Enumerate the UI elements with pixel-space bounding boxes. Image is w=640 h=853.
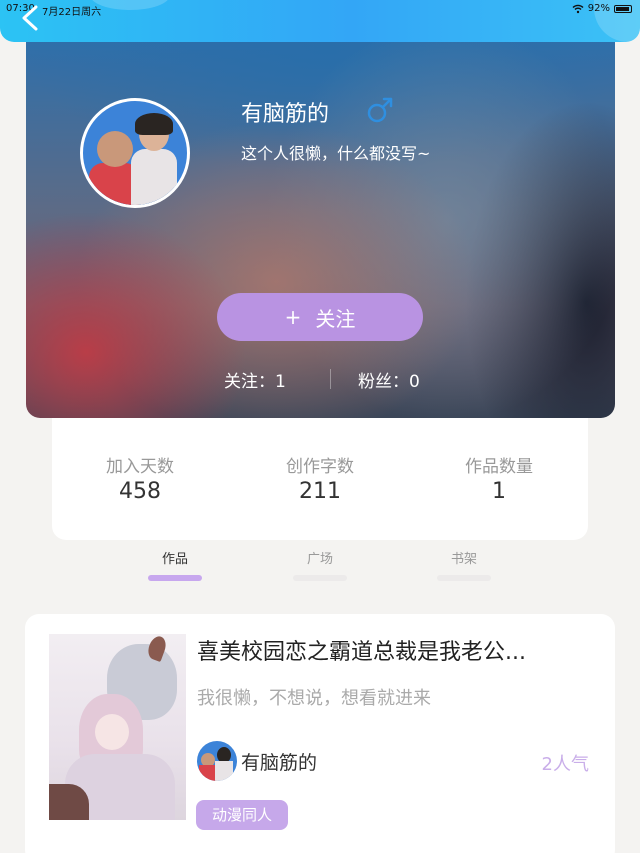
work-description: 我很懒，不想说，想看就进来 xyxy=(197,688,431,709)
follow-button[interactable]: + 关注 xyxy=(217,293,423,341)
category-tag[interactable]: 动漫同人 xyxy=(196,800,289,830)
battery-percent: 92% xyxy=(587,3,610,14)
tab-square[interactable]: 广场 xyxy=(290,548,350,581)
author-avatar[interactable] xyxy=(197,741,237,781)
status-right: 92% xyxy=(572,3,632,14)
tab-label: 书架 xyxy=(450,552,477,567)
tab-bar: 作品 广场 书架 xyxy=(0,540,640,588)
profile-card: 有脑筋的 这个人很懒，什么都没写~ + 关注 关注：1 粉丝：0 xyxy=(26,42,615,418)
male-icon xyxy=(367,97,393,123)
work-card[interactable]: 喜美校园恋之霸道总裁是我老公... 我很懒，不想说，想看就进来 有脑筋的 2人气… xyxy=(25,614,615,853)
stat-join-days: 加入天数 458 xyxy=(70,452,210,504)
battery-icon xyxy=(614,4,632,13)
stat-label: 创作字数 xyxy=(286,457,354,477)
plus-icon: + xyxy=(284,305,302,329)
tab-bookshelf[interactable]: 书架 xyxy=(434,548,494,581)
username: 有脑筋的 xyxy=(241,102,330,127)
back-icon[interactable] xyxy=(18,5,44,31)
tab-label: 作品 xyxy=(161,552,188,567)
tab-indicator xyxy=(148,575,202,581)
book-cover[interactable] xyxy=(49,634,186,820)
author-name[interactable]: 有脑筋的 xyxy=(241,748,317,775)
follow-stats: 关注：1 粉丝：0 xyxy=(26,367,615,393)
tab-indicator xyxy=(437,575,491,581)
status-bar: 07:30 7月22日周六 92% xyxy=(0,0,640,18)
divider xyxy=(330,369,331,389)
stat-value: 458 xyxy=(119,479,161,504)
tab-label: 广场 xyxy=(306,552,333,567)
tab-indicator xyxy=(293,575,347,581)
stats-card: 加入天数 458 创作字数 211 作品数量 1 xyxy=(52,418,588,540)
stat-label: 作品数量 xyxy=(465,457,533,477)
wifi-icon xyxy=(572,4,584,13)
stat-label: 加入天数 xyxy=(106,457,174,477)
popularity-count: 2人气 xyxy=(541,754,589,775)
stat-word-count: 创作字数 211 xyxy=(250,452,390,504)
work-title[interactable]: 喜美校园恋之霸道总裁是我老公... xyxy=(197,634,597,666)
status-date: 7月22日周六 xyxy=(42,7,102,18)
follow-button-label: 关注 xyxy=(315,306,356,331)
following-count[interactable]: 关注：1 xyxy=(224,367,286,392)
avatar[interactable] xyxy=(80,98,190,208)
bio-text: 这个人很懒，什么都没写~ xyxy=(241,144,431,163)
fans-count[interactable]: 粉丝：0 xyxy=(358,367,420,392)
stat-work-count: 作品数量 1 xyxy=(429,452,569,504)
tab-works[interactable]: 作品 xyxy=(145,548,205,581)
stat-value: 211 xyxy=(299,479,341,504)
stat-value: 1 xyxy=(492,479,506,504)
